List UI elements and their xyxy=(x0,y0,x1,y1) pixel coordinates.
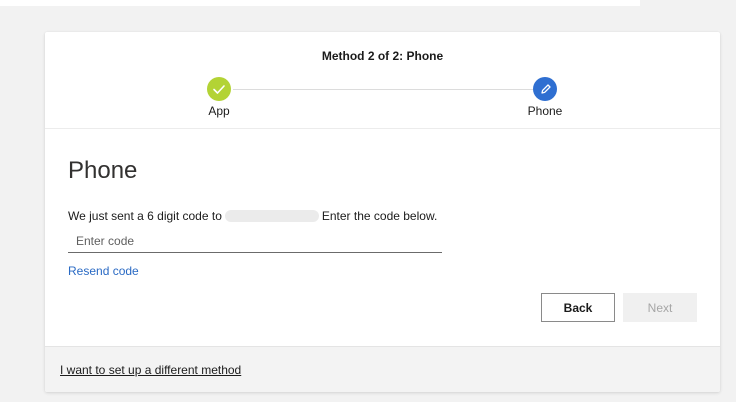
check-icon xyxy=(213,85,225,94)
step-label-app: App xyxy=(208,104,230,118)
redacted-phone-number xyxy=(224,210,319,222)
pencil-icon xyxy=(541,84,551,94)
instruction-prefix: We just sent a 6 digit code to xyxy=(68,209,222,223)
wizard-header: Method 2 of 2: Phone App Phone xyxy=(45,32,720,129)
page-title: Phone xyxy=(68,157,138,184)
next-button[interactable]: Next xyxy=(623,293,697,322)
back-button[interactable]: Back xyxy=(541,293,615,322)
footer: I want to set up a different method xyxy=(45,346,720,392)
different-method-link[interactable]: I want to set up a different method xyxy=(60,363,241,377)
step-phone-current xyxy=(533,77,557,101)
code-input[interactable] xyxy=(68,229,442,253)
step-app-completed xyxy=(207,77,231,101)
instruction-text: We just sent a 6 digit code to Enter the … xyxy=(68,209,437,223)
step-label-phone: Phone xyxy=(527,104,563,118)
resend-code-link[interactable]: Resend code xyxy=(68,264,139,278)
progress-line xyxy=(233,89,533,90)
setup-card: Method 2 of 2: Phone App Phone Phone We … xyxy=(45,32,720,392)
top-strip xyxy=(0,0,640,6)
instruction-suffix: Enter the code below. xyxy=(321,209,438,223)
method-title: Method 2 of 2: Phone xyxy=(321,49,444,63)
